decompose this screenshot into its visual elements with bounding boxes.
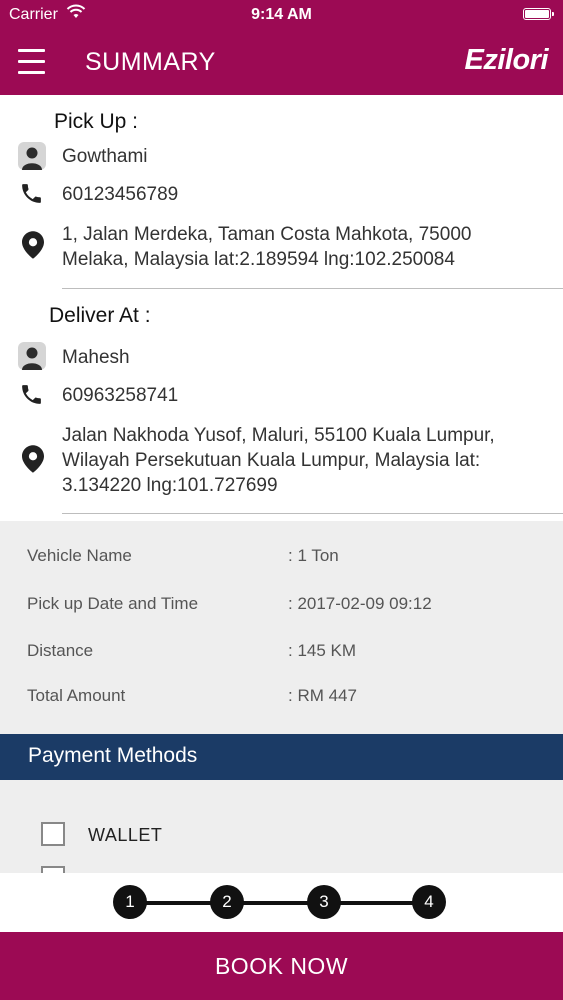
summary-label-total: Total Amount [27,686,126,705]
summary-value-pickup-time: : 2017-02-09 09:12 [288,594,432,613]
payment-methods-header: Payment Methods [0,734,563,780]
wallet-label[interactable]: WALLET [88,825,162,846]
progress-stepper: 1 2 3 4 [0,873,563,932]
pickup-name: Gowthami [62,146,148,167]
stepper-line [130,901,430,905]
wallet-checkbox[interactable] [41,822,65,846]
divider [62,288,563,289]
summary-value-distance: : 145 KM [288,641,357,660]
delivery-heading: Deliver At : [49,304,151,327]
step-4[interactable]: 4 [412,885,446,919]
battery-icon [523,8,554,20]
pickup-phone[interactable]: 60123456789 [62,182,178,207]
pickup-address: 1, Jalan Merdeka, Taman Costa Mahkota, 7… [62,222,471,272]
pickup-heading: Pick Up : [54,110,139,133]
payment-methods-title: Payment Methods [28,744,198,767]
step-1[interactable]: 1 [113,885,147,919]
pickup-address-line2: Melaka, Malaysia lat:2.189594 lng:102.25… [62,249,455,270]
payment-option-checkbox[interactable] [41,866,65,873]
delivery-name: Mahesh [62,347,130,368]
payment-methods-list: WALLET [0,780,563,873]
page-title: SUMMARY [85,48,216,76]
delivery-address: Jalan Nakhoda Yusof, Maluri, 55100 Kuala… [62,423,495,498]
phone-icon[interactable] [19,382,44,407]
menu-icon[interactable] [18,49,45,75]
location-pin-icon [22,445,44,473]
book-now-button[interactable]: BOOK NOW [0,932,563,1000]
delivery-address-line3: 3.134220 lng:101.727699 [62,475,278,496]
summary-label-distance: Distance [27,641,94,660]
summary-value-vehicle: : 1 Ton [288,546,339,565]
summary-label-vehicle: Vehicle Name [27,546,132,565]
step-2[interactable]: 2 [210,885,244,919]
delivery-address-line1: Jalan Nakhoda Yusof, Maluri, 55100 Kuala… [62,425,495,446]
status-bar: Carrier 9:14 AM [0,0,563,30]
location-pin-icon [22,231,44,259]
step-3[interactable]: 3 [307,885,341,919]
order-summary: Vehicle Name : 1 Ton Pick up Date and Ti… [0,521,563,734]
summary-label-pickup-time: Pick up Date and Time [27,594,199,613]
summary-value-total: : RM 447 [288,686,357,705]
person-icon [18,342,46,370]
phone-icon[interactable] [19,181,44,206]
app-logo: Ezilori [464,44,548,76]
status-time: 9:14 AM [251,6,312,23]
divider [62,513,563,514]
nav-bar: SUMMARY Ezilori [0,30,563,95]
pickup-address-line1: 1, Jalan Merdeka, Taman Costa Mahkota, 7… [62,224,472,245]
delivery-phone[interactable]: 60963258741 [62,383,178,408]
person-icon [18,142,46,170]
delivery-address-line2: Wilayah Persekutuan Kuala Lumpur, Malays… [62,450,481,471]
